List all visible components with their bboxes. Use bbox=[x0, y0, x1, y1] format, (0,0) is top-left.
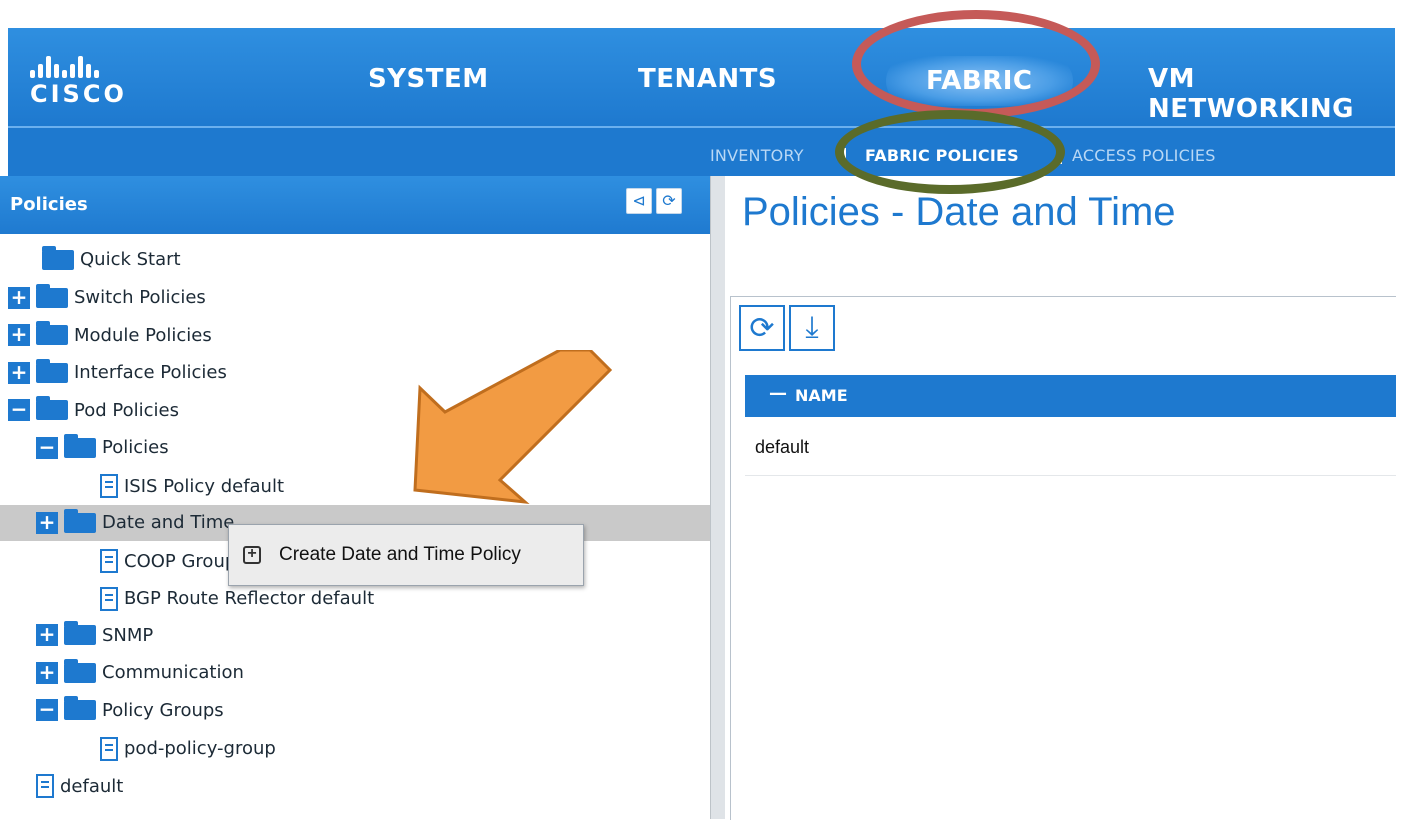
folder-icon bbox=[36, 396, 68, 420]
logo-text: CISCO bbox=[30, 80, 127, 108]
nav-system[interactable]: SYSTEM bbox=[368, 64, 489, 94]
folder-icon bbox=[64, 696, 96, 720]
tree-item-label: Communication bbox=[102, 662, 244, 683]
subnav-inventory[interactable]: INVENTORY bbox=[710, 146, 804, 165]
tree-item[interactable]: default bbox=[0, 767, 712, 803]
tree-item-label: Interface Policies bbox=[74, 362, 227, 383]
tree-item-content: + Switch Policies bbox=[8, 283, 206, 309]
top-nav-bar: CISCO SYSTEM TENANTS FABRIC VM NETWORKIN… bbox=[8, 28, 1395, 126]
table-row[interactable]: default bbox=[745, 417, 1396, 476]
tree-item-content: − Pod Policies bbox=[8, 396, 179, 421]
collapse-icon[interactable]: − bbox=[8, 399, 30, 421]
tree-item-content: pod-policy-group bbox=[100, 736, 276, 761]
refresh-icon[interactable]: ⟳ bbox=[739, 305, 785, 351]
cell-name: default bbox=[755, 437, 810, 457]
tree-item-label: Policies bbox=[102, 437, 169, 458]
folder-icon bbox=[36, 321, 68, 345]
policy-document-icon bbox=[100, 474, 118, 498]
table-header[interactable]: — NAME bbox=[745, 375, 1396, 417]
tree-item-label: ISIS Policy default bbox=[124, 475, 285, 497]
plus-square-icon: + bbox=[243, 546, 261, 564]
cisco-logo-bars-icon bbox=[30, 56, 127, 78]
collapse-icon[interactable]: − bbox=[36, 436, 58, 459]
tree-item-content: Quick Start bbox=[36, 245, 181, 270]
tree-item-label: pod-policy-group bbox=[124, 738, 276, 759]
nav-tenants[interactable]: TENANTS bbox=[638, 64, 777, 94]
tree-item[interactable]: pod-policy-group bbox=[0, 730, 712, 766]
tree-item-content: + Interface Policies bbox=[8, 358, 227, 384]
tree-item[interactable]: + Communication bbox=[0, 655, 712, 691]
expand-icon[interactable]: + bbox=[8, 361, 30, 384]
column-header-name[interactable]: NAME bbox=[795, 386, 848, 405]
folder-icon bbox=[36, 283, 68, 308]
policy-table-card: ⟳ ⤓ — NAME default bbox=[730, 296, 1396, 820]
expand-icon[interactable]: + bbox=[8, 324, 30, 346]
tree-item-content: + Communication bbox=[36, 658, 244, 684]
context-menu-label: Create Date and Time Policy bbox=[279, 544, 521, 565]
policy-document-icon bbox=[100, 736, 118, 761]
folder-icon bbox=[64, 621, 96, 645]
left-panel-title: Policies bbox=[10, 194, 88, 215]
sort-icon[interactable]: — bbox=[769, 383, 787, 404]
topology-icon[interactable]: ⊲ bbox=[626, 188, 652, 214]
refresh-icon[interactable]: ⟳ bbox=[656, 188, 682, 214]
tree-item-label: Quick Start bbox=[80, 249, 181, 270]
tree-item-label: Date and Time bbox=[102, 512, 235, 533]
subnav-access-policies[interactable]: ACCESS POLICIES bbox=[1072, 146, 1216, 165]
folder-icon bbox=[42, 245, 74, 270]
tree-item[interactable]: + Switch Policies bbox=[0, 280, 712, 316]
orange-arrow-annotation bbox=[413, 350, 613, 505]
expand-icon[interactable]: + bbox=[8, 286, 30, 309]
folder-icon bbox=[36, 358, 68, 383]
download-icon[interactable]: ⤓ bbox=[789, 305, 835, 351]
green-highlight-ring bbox=[835, 110, 1065, 194]
policy-document-icon bbox=[36, 774, 54, 798]
tree-item-label: Policy Groups bbox=[102, 699, 224, 721]
folder-icon bbox=[64, 433, 96, 458]
tree-item-content: default bbox=[36, 774, 123, 798]
tree-item-content: + SNMP bbox=[36, 621, 154, 646]
tree-item-label: default bbox=[60, 775, 124, 797]
expand-icon[interactable]: + bbox=[36, 661, 58, 684]
policy-document-icon bbox=[100, 549, 118, 573]
tree-item-content: ISIS Policy default bbox=[100, 474, 284, 498]
tree-item-label: BGP Route Reflector default bbox=[124, 588, 375, 609]
expand-icon[interactable]: + bbox=[36, 624, 58, 646]
policy-document-icon bbox=[100, 586, 118, 611]
tree-item-content: + Date and Time bbox=[36, 508, 235, 534]
red-highlight-ring bbox=[852, 10, 1100, 118]
expand-icon[interactable]: + bbox=[36, 511, 58, 534]
page-title: Policies - Date and Time bbox=[742, 190, 1176, 234]
tree-item-label: SNMP bbox=[102, 624, 154, 646]
cisco-logo[interactable]: CISCO bbox=[30, 56, 127, 108]
tree-item[interactable]: Quick Start bbox=[0, 242, 712, 278]
collapse-icon[interactable]: − bbox=[36, 699, 58, 721]
tree-item[interactable]: + Module Policies bbox=[0, 317, 712, 353]
tree-item-content: − Policy Groups bbox=[36, 696, 224, 721]
folder-icon bbox=[64, 658, 96, 683]
nav-vm-networking[interactable]: VM NETWORKING bbox=[1148, 64, 1395, 124]
tree-item-label: Module Policies bbox=[74, 324, 212, 346]
folder-icon bbox=[64, 508, 96, 533]
tree-item-content: − Policies bbox=[36, 433, 169, 459]
panel-splitter[interactable] bbox=[710, 176, 725, 819]
left-panel-header: Policies ⊲ ⟳ bbox=[0, 176, 712, 234]
tree-item-content: BGP Route Reflector default bbox=[100, 586, 375, 611]
tree-item[interactable]: + SNMP bbox=[0, 617, 712, 653]
tree-item-content: + Module Policies bbox=[8, 321, 212, 346]
context-menu-create-date-time-policy[interactable]: + Create Date and Time Policy bbox=[228, 524, 584, 586]
sub-nav-bar: INVENTORY FABRIC POLICIES ACCESS POLICIE… bbox=[8, 126, 1395, 176]
tree-item-label: Switch Policies bbox=[74, 287, 206, 308]
tree-item[interactable]: − Policy Groups bbox=[0, 692, 712, 728]
tree-item-label: Pod Policies bbox=[74, 399, 179, 421]
